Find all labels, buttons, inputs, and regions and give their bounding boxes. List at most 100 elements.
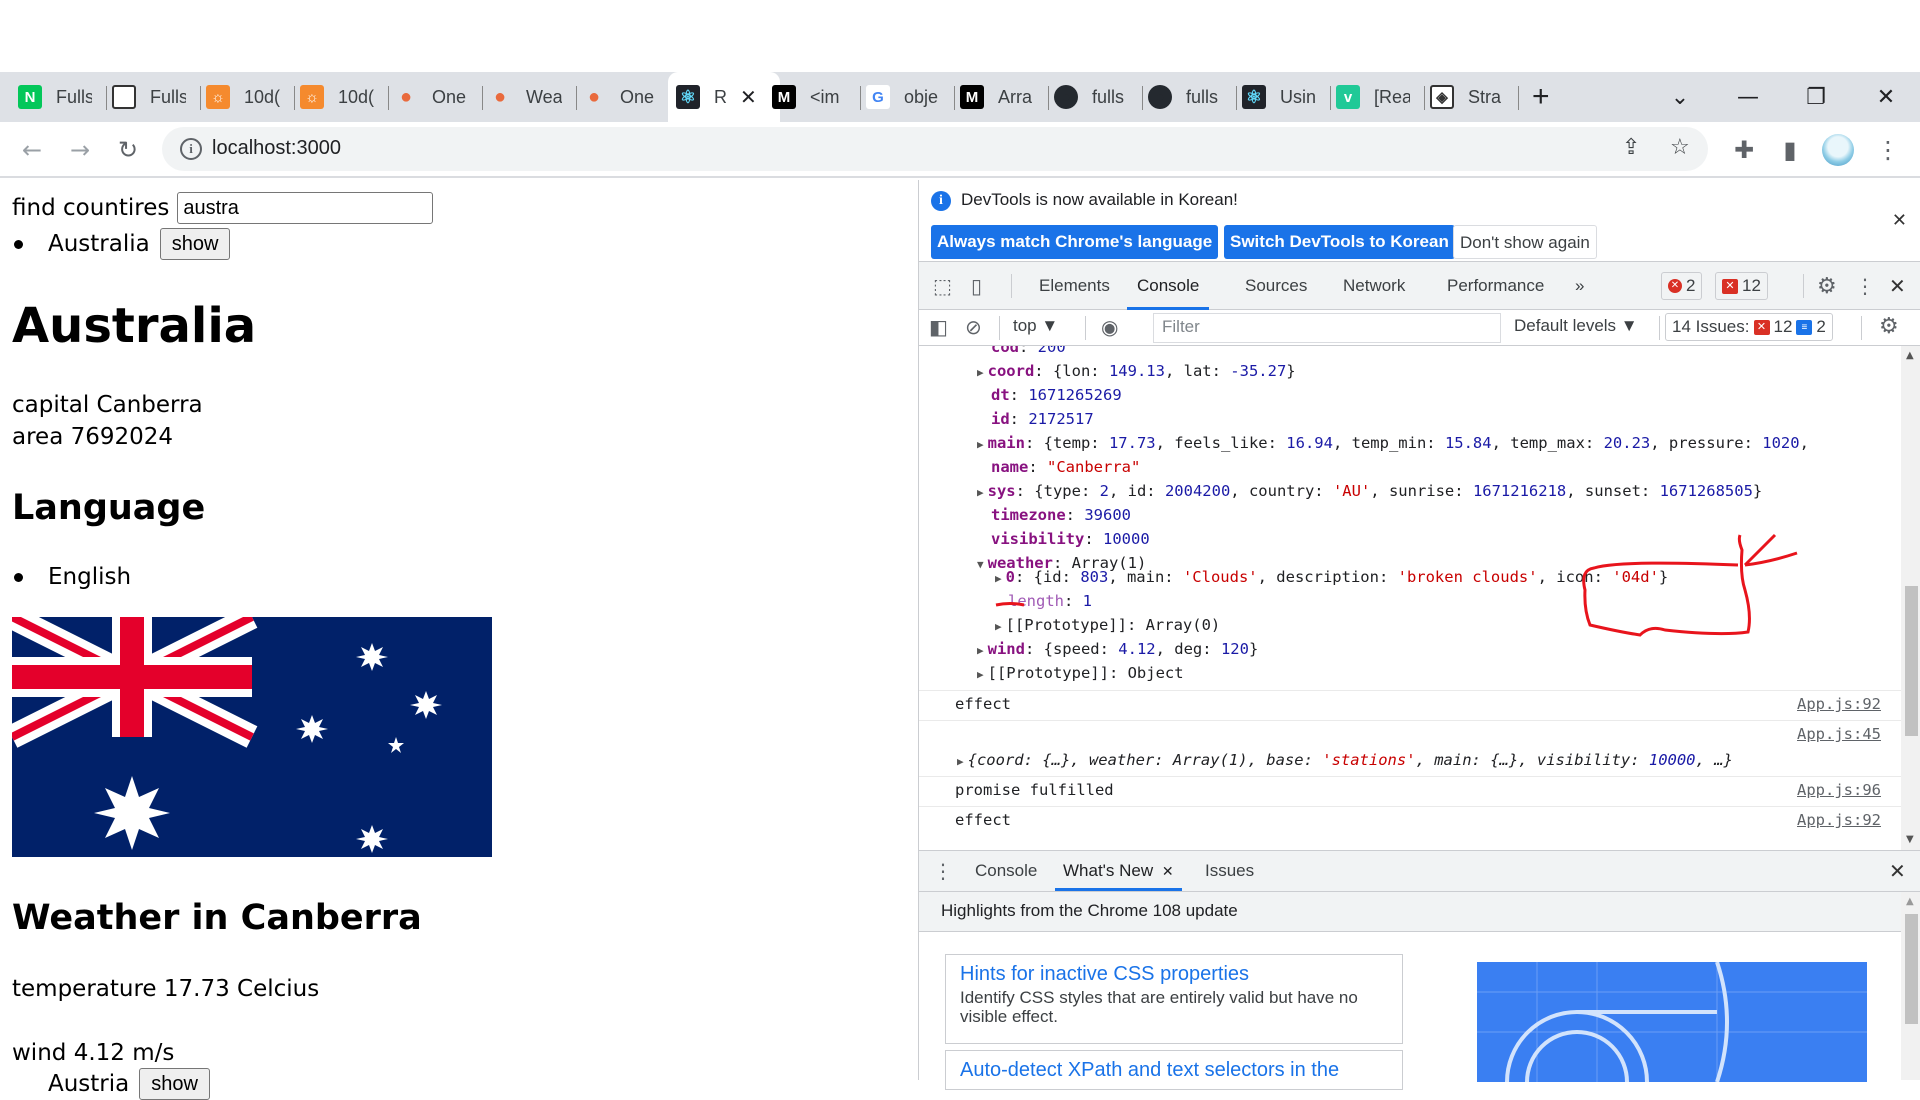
expand-triangle-icon[interactable]: ▶ bbox=[995, 572, 1002, 585]
devtools-menu-icon[interactable]: ⋮ bbox=[1855, 274, 1875, 298]
address-bar[interactable]: i localhost:3000 ⇪ ☆ bbox=[162, 127, 1708, 171]
share-icon[interactable]: ⇪ bbox=[1622, 135, 1640, 160]
chrome-menu-button[interactable]: ⋮ bbox=[1870, 132, 1906, 168]
country-search-input[interactable] bbox=[177, 192, 434, 224]
browser-tab[interactable]: ● fulls bbox=[1054, 72, 1128, 122]
expand-triangle-icon[interactable]: ▶ bbox=[995, 620, 1002, 633]
close-tab-icon[interactable]: ✕ bbox=[1162, 863, 1174, 879]
back-button[interactable]: ← bbox=[14, 132, 50, 168]
source-link[interactable]: App.js:45 bbox=[1797, 725, 1881, 743]
close-tab-icon[interactable]: ✕ bbox=[740, 85, 757, 110]
console-settings-icon[interactable]: ⚙ bbox=[1879, 314, 1899, 339]
browser-tab[interactable]: N Fulls bbox=[18, 72, 92, 122]
weather-prototype-line[interactable]: ▶ [[Prototype]]: Array(0) bbox=[995, 616, 1220, 634]
feature-title[interactable]: Auto-detect XPath and text selectors in … bbox=[960, 1059, 1388, 1082]
browser-tab[interactable]: M <im bbox=[772, 72, 846, 122]
object-property-line[interactable]: ▶ main: {temp: 17.73, feels_like: 16.94, … bbox=[977, 434, 1809, 452]
issues-count-badge[interactable]: ✕ 12 bbox=[1715, 272, 1768, 300]
drawer-menu-icon[interactable]: ⋮ bbox=[933, 859, 953, 883]
tab-performance[interactable]: Performance bbox=[1447, 262, 1544, 310]
device-toolbar-icon[interactable]: ▯ bbox=[971, 274, 982, 298]
new-tab-button[interactable]: + bbox=[1532, 72, 1550, 122]
browser-tab[interactable]: ◈ Stra bbox=[1430, 72, 1504, 122]
tab-sources[interactable]: Sources bbox=[1245, 262, 1307, 310]
url-text[interactable]: localhost:3000 bbox=[212, 137, 341, 160]
always-match-language-button[interactable]: Always match Chrome's language bbox=[931, 225, 1219, 259]
scrollbar-thumb[interactable] bbox=[1905, 914, 1918, 1024]
settings-gear-icon[interactable]: ⚙ bbox=[1817, 274, 1837, 299]
close-devtools-icon[interactable]: ✕ bbox=[1889, 274, 1906, 298]
browser-tab[interactable]: ☼ 10d( bbox=[206, 72, 280, 122]
object-property-line[interactable]: ▶ sys: {type: 2, id: 2004200, country: 'A… bbox=[977, 482, 1762, 500]
feature-title[interactable]: Hints for inactive CSS properties bbox=[960, 963, 1388, 986]
forward-button[interactable]: → bbox=[62, 132, 98, 168]
logged-object[interactable]: ▶ {coord: {…}, weather: Array(1), base: '… bbox=[957, 751, 1733, 769]
console-filter-input[interactable]: Filter bbox=[1153, 313, 1501, 343]
expand-triangle-icon[interactable]: ▶ bbox=[977, 668, 984, 681]
scrollbar-thumb[interactable] bbox=[1905, 586, 1918, 736]
restore-button[interactable]: ❐ bbox=[1786, 72, 1846, 122]
close-drawer-icon[interactable]: ✕ bbox=[1889, 859, 1906, 883]
scroll-down-icon[interactable]: ▼ bbox=[1906, 834, 1914, 845]
bookmark-star-icon[interactable]: ☆ bbox=[1670, 135, 1690, 160]
expand-triangle-icon[interactable]: ▶ bbox=[957, 755, 964, 768]
browser-tab[interactable]: ● One bbox=[394, 72, 468, 122]
feature-card[interactable]: Hints for inactive CSS properties Identi… bbox=[945, 954, 1403, 1044]
more-tabs-button[interactable]: » bbox=[1575, 262, 1584, 310]
scroll-up-icon[interactable]: ▲ bbox=[1906, 896, 1914, 907]
scroll-up-icon[interactable]: ▲ bbox=[1906, 350, 1914, 361]
error-count-badge[interactable]: ✕ 2 bbox=[1661, 272, 1703, 300]
source-link[interactable]: App.js:92 bbox=[1797, 811, 1881, 829]
expand-triangle-icon[interactable]: ▶ bbox=[977, 644, 984, 657]
browser-tab[interactable]: ● One bbox=[582, 72, 656, 122]
inspect-element-icon[interactable]: ⬚ bbox=[933, 274, 952, 298]
wind-line[interactable]: ▶ wind: {speed: 4.12, deg: 120} bbox=[977, 640, 1258, 658]
dont-show-again-button[interactable]: Don't show again bbox=[1453, 225, 1597, 259]
log-levels-dropdown[interactable]: Default levels ▼ bbox=[1514, 316, 1638, 336]
browser-tab[interactable]: Gobje bbox=[866, 72, 940, 122]
show-button[interactable]: show bbox=[159, 228, 231, 260]
drawer-tab-whats-new[interactable]: What's New ✕ bbox=[1055, 851, 1182, 891]
expand-triangle-icon[interactable]: ▶ bbox=[977, 486, 984, 499]
show-button[interactable]: show bbox=[139, 1068, 210, 1100]
feature-card[interactable]: Auto-detect XPath and text selectors in … bbox=[945, 1050, 1403, 1090]
eye-icon[interactable]: ◉ bbox=[1101, 315, 1118, 339]
extensions-button[interactable]: ✚ bbox=[1726, 132, 1762, 168]
browser-tab[interactable]: ⚛ Usin bbox=[1242, 72, 1316, 122]
expand-triangle-icon[interactable]: ▶ bbox=[977, 438, 984, 451]
tab-network[interactable]: Network bbox=[1343, 262, 1405, 310]
drawer-tab-issues[interactable]: Issues bbox=[1205, 851, 1254, 891]
side-panel-button[interactable]: ▮ bbox=[1772, 132, 1808, 168]
expand-triangle-icon[interactable]: ▶ bbox=[977, 366, 984, 379]
weather-item-line[interactable]: ▶ 0: {id: 803, main: 'Clouds', descriptio… bbox=[995, 568, 1668, 586]
issues-link[interactable]: 14 Issues: ✕ 12 ≡ 2 bbox=[1665, 313, 1833, 341]
browser-tab[interactable]: M Arra bbox=[960, 72, 1034, 122]
browser-tab[interactable]: ● Wea bbox=[488, 72, 562, 122]
browser-tab[interactable]: v [Rea bbox=[1336, 72, 1410, 122]
close-window-button[interactable]: ✕ bbox=[1856, 72, 1916, 122]
profile-avatar[interactable] bbox=[1820, 132, 1856, 168]
clear-console-icon[interactable]: ⊘ bbox=[965, 315, 982, 339]
tab-console[interactable]: Console bbox=[1127, 262, 1210, 310]
switch-to-korean-button[interactable]: Switch DevTools to Korean bbox=[1224, 225, 1455, 259]
reload-button[interactable]: ↻ bbox=[110, 132, 146, 168]
browser-tab[interactable]: ⚛ R ✕ bbox=[668, 72, 780, 122]
object-property-line[interactable]: ▶ coord: {lon: 149.13, lat: -35.27} bbox=[977, 362, 1296, 380]
browser-tab[interactable]: ● fulls bbox=[1148, 72, 1222, 122]
source-link[interactable]: App.js:96 bbox=[1797, 781, 1881, 799]
whats-new-scrollbar[interactable]: ▲ bbox=[1901, 892, 1920, 1080]
tab-elements[interactable]: Elements bbox=[1039, 262, 1110, 310]
collapse-triangle-icon[interactable]: ▼ bbox=[977, 558, 984, 571]
tab-search-button[interactable]: ⌄ bbox=[1650, 72, 1710, 122]
source-link[interactable]: App.js:92 bbox=[1797, 695, 1881, 713]
console-scrollbar[interactable]: ▲ ▼ bbox=[1901, 346, 1920, 850]
sidebar-toggle-icon[interactable]: ◧ bbox=[929, 315, 948, 339]
infobar-close-icon[interactable]: ✕ bbox=[1892, 210, 1907, 231]
context-selector[interactable]: top ▼ bbox=[1013, 316, 1058, 336]
minimize-button[interactable]: — bbox=[1718, 72, 1778, 122]
object-prototype-line[interactable]: ▶ [[Prototype]]: Object bbox=[977, 664, 1184, 682]
site-info-icon[interactable]: i bbox=[180, 138, 202, 160]
drawer-tab-console[interactable]: Console bbox=[975, 851, 1037, 891]
browser-tab[interactable]: Fulls bbox=[112, 72, 186, 122]
browser-tab[interactable]: ☼ 10d( bbox=[300, 72, 374, 122]
